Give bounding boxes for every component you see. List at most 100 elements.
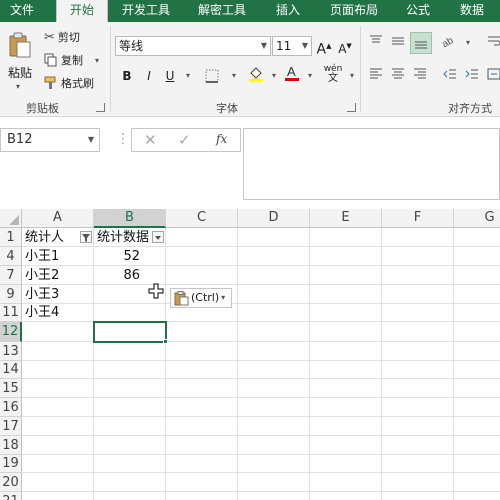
align-top-button[interactable] — [368, 34, 384, 52]
orientation-button[interactable]: ab — [440, 34, 458, 52]
row-header-1[interactable]: 1 — [0, 228, 22, 247]
formula-bar-grip-icon[interactable]: ⋮ — [116, 132, 130, 146]
row-header-20[interactable]: 20 — [0, 473, 22, 492]
paste-button[interactable]: 粘贴 ▾ — [4, 30, 36, 94]
column-header-c[interactable]: C — [166, 209, 238, 228]
fill-color-button[interactable] — [248, 65, 264, 83]
row-header-4[interactable]: 4 — [0, 247, 22, 266]
column-header-a[interactable]: A — [22, 209, 94, 228]
paste-options-button[interactable]: (Ctrl) ▾ — [170, 288, 232, 308]
bold-button[interactable]: B — [119, 67, 135, 85]
worksheet-grid[interactable]: A B C D E F G 1 4 7 9 11 12 13 14 15 16 … — [0, 209, 500, 500]
paste-dropdown-arrow[interactable]: ▾ — [16, 82, 20, 91]
align-center-button[interactable] — [390, 67, 406, 85]
row-header-16[interactable]: 16 — [0, 398, 22, 417]
row-header-7[interactable]: 7 — [0, 266, 22, 285]
column-header-d[interactable]: D — [238, 209, 310, 228]
row-header-12[interactable]: 12 — [0, 322, 22, 342]
font-color-button[interactable]: A — [284, 64, 300, 82]
cell-a1[interactable]: 统计人 — [25, 228, 83, 247]
font-size-select[interactable]: 11 ▼ — [272, 36, 312, 56]
filter-active-button[interactable] — [80, 231, 92, 243]
row-header-9[interactable]: 9 — [0, 285, 22, 304]
cell-a4[interactable]: 小王1 — [25, 247, 91, 266]
column-header-e[interactable]: E — [310, 209, 382, 228]
tab-insert[interactable]: 插入 — [276, 0, 306, 22]
increase-font-size-button[interactable]: A▲ — [316, 37, 332, 58]
copy-label: 复制 — [61, 54, 83, 67]
filter-dropdown-button[interactable] — [152, 231, 164, 243]
fill-handle[interactable] — [163, 339, 168, 344]
phonetic-dropdown-arrow[interactable]: ▾ — [344, 67, 360, 85]
copy-button[interactable]: 复制 ▾ — [44, 52, 99, 68]
font-color-dropdown-arrow[interactable]: ▾ — [302, 67, 318, 85]
row-header-15[interactable]: 15 — [0, 379, 22, 398]
tab-developer[interactable]: 开发工具 — [122, 0, 178, 22]
borders-dropdown-arrow[interactable]: ▾ — [226, 67, 242, 85]
tab-page-layout[interactable]: 页面布局 — [330, 0, 386, 22]
column-header-f[interactable]: F — [382, 209, 454, 228]
tab-formulas[interactable]: 公式 — [406, 0, 436, 22]
merge-center-button[interactable] — [486, 67, 500, 85]
cell-b4[interactable]: 52 — [96, 247, 140, 266]
cell-b1[interactable]: 统计数据 — [97, 228, 152, 247]
underline-dropdown-arrow[interactable]: ▾ — [180, 67, 196, 85]
cell-b7[interactable]: 86 — [96, 266, 140, 285]
align-middle-icon — [392, 37, 404, 45]
format-painter-label: 格式刷 — [61, 77, 94, 90]
copy-dropdown-arrow[interactable]: ▾ — [95, 56, 99, 65]
chevron-down-icon: ▾ — [221, 293, 226, 302]
cancel-icon[interactable]: ✕ — [144, 131, 157, 149]
row-header-14[interactable]: 14 — [0, 361, 22, 379]
row-header-11[interactable]: 11 — [0, 304, 22, 322]
select-all-button[interactable] — [0, 209, 22, 228]
tab-decrypt-tools[interactable]: 解密工具 — [198, 0, 254, 22]
clipboard-group-label: 剪贴板 — [26, 102, 59, 115]
decrease-indent-button[interactable] — [442, 67, 458, 85]
font-launcher-icon[interactable] — [347, 103, 356, 112]
font-name-select[interactable]: 等线 ▼ — [115, 36, 271, 56]
decrease-font-size-button[interactable]: A▼ — [337, 37, 353, 56]
align-center-icon — [392, 68, 404, 79]
cell-a9[interactable]: 小王3 — [25, 285, 91, 304]
name-box[interactable]: B12 ▼ — [0, 128, 100, 152]
increase-indent-button[interactable] — [464, 67, 480, 85]
chevron-down-icon: ▼ — [260, 41, 267, 50]
merge-center-icon — [487, 68, 500, 80]
cell-a11[interactable]: 小王4 — [25, 303, 91, 322]
row-header-17[interactable]: 17 — [0, 417, 22, 436]
row-header-18[interactable]: 18 — [0, 436, 22, 455]
tab-home[interactable]: 开始 — [56, 0, 108, 22]
tab-file[interactable]: 文件 — [10, 0, 40, 22]
row-header-13[interactable]: 13 — [0, 342, 22, 361]
orientation-dropdown-arrow[interactable]: ▾ — [460, 34, 476, 52]
align-bottom-button[interactable] — [410, 32, 432, 54]
cell-a7[interactable]: 小王2 — [25, 266, 91, 285]
cut-button[interactable]: ✂ 剪切 — [44, 29, 80, 45]
underline-button[interactable]: U — [162, 67, 178, 85]
row-header-19[interactable]: 19 — [0, 455, 22, 473]
cursor-icon — [148, 283, 164, 299]
align-middle-button[interactable] — [390, 34, 406, 52]
italic-button[interactable]: I — [141, 67, 157, 85]
align-top-icon — [370, 35, 382, 43]
insert-function-button[interactable]: fx — [216, 132, 227, 146]
row-header-21[interactable]: 21 — [0, 492, 22, 500]
borders-button[interactable] — [204, 67, 220, 85]
align-right-button[interactable] — [412, 67, 428, 85]
format-painter-button[interactable]: 格式刷 — [44, 75, 94, 91]
wrap-text-icon — [488, 36, 500, 46]
tab-data[interactable]: 数据 — [460, 0, 490, 22]
column-header-g[interactable]: G — [454, 209, 500, 228]
formula-input[interactable] — [243, 128, 500, 200]
column-header-b[interactable]: B — [94, 209, 166, 228]
phonetic-guide-button[interactable]: wén 文 — [322, 64, 344, 84]
border-icon — [205, 69, 219, 83]
chevron-down-icon: ▼ — [87, 135, 94, 144]
fill-color-dropdown-arrow[interactable]: ▾ — [266, 67, 282, 85]
ribbon-home: 粘贴 ▾ ✂ 剪切 复制 ▾ 格式刷 剪贴板 等线 ▼ 11 ▼ A▲ A▼ B… — [0, 22, 500, 117]
align-left-button[interactable] — [368, 67, 384, 85]
enter-icon[interactable]: ✓ — [178, 131, 191, 149]
clipboard-launcher-icon[interactable] — [96, 103, 105, 112]
wrap-text-button[interactable] — [486, 34, 500, 52]
